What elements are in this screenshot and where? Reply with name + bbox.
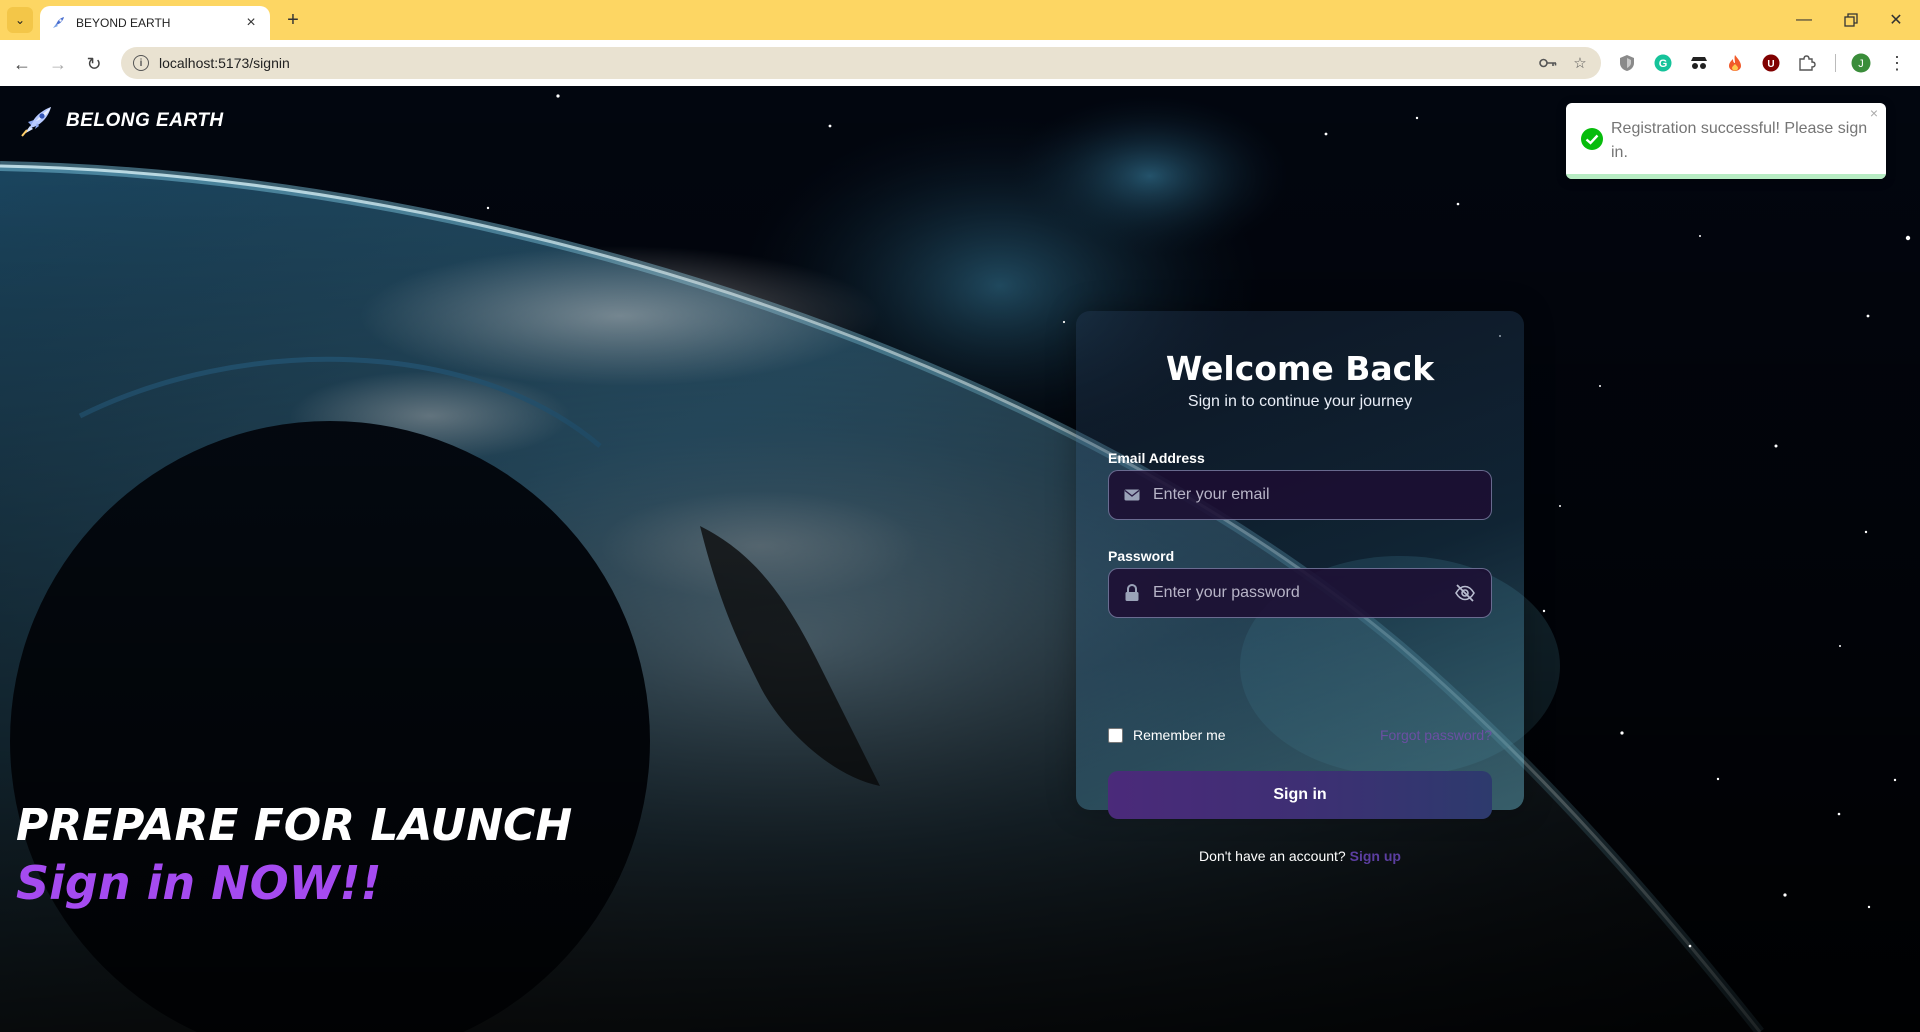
- toast-message: Registration successful! Please sign in.: [1611, 120, 1868, 161]
- reload-icon[interactable]: ↻: [81, 51, 107, 77]
- profile-avatar[interactable]: J: [1850, 52, 1872, 74]
- bookmark-star-icon[interactable]: ☆: [1569, 52, 1591, 74]
- forgot-password-link[interactable]: Forgot password?: [1380, 727, 1492, 743]
- email-field[interactable]: [1108, 470, 1492, 520]
- card-subtitle: Sign in to continue your journey: [1187, 393, 1413, 410]
- brand-name: BELONG EARTH: [66, 110, 224, 131]
- back-icon[interactable]: ←: [9, 51, 35, 77]
- close-icon[interactable]: ×: [1870, 105, 1878, 121]
- signup-prompt-text: Don't have an account?: [1199, 848, 1346, 864]
- browser-tab[interactable]: BEYOND EARTH ×: [40, 6, 270, 40]
- toast-progress-bar: [1566, 174, 1886, 179]
- rocket-favicon-icon: [53, 17, 64, 28]
- brand-logo[interactable]: BELONG EARTH: [18, 102, 224, 140]
- password-field[interactable]: [1108, 568, 1492, 618]
- minimize-icon[interactable]: —: [1789, 8, 1819, 32]
- profile-initial: J: [1858, 58, 1864, 70]
- signup-prompt: Don't have an account? Sign up: [1076, 848, 1524, 864]
- signin-card: Welcome Back Sign in to continue your jo…: [1076, 311, 1524, 864]
- browser-tabbar: ⌄ BEYOND EARTH × + — ✕: [0, 0, 1920, 40]
- email-input[interactable]: [1153, 486, 1477, 504]
- hero-headline: PREPARE FOR LAUNCH: [16, 800, 573, 851]
- rocket-icon: [21, 107, 51, 137]
- address-bar[interactable]: i localhost:5173/signin ☆: [121, 47, 1601, 79]
- fire-extension-icon[interactable]: [1724, 52, 1746, 74]
- remember-label: Remember me: [1133, 727, 1226, 743]
- signup-link[interactable]: Sign up: [1350, 848, 1401, 864]
- extensions-puzzle-icon[interactable]: [1796, 52, 1818, 74]
- hero-text: PREPARE FOR LAUNCH Sign in NOW!!: [16, 798, 572, 912]
- eye-off-icon[interactable]: [1453, 581, 1477, 605]
- remember-checkbox[interactable]: [1108, 727, 1123, 743]
- chevron-down-icon: ⌄: [14, 13, 26, 27]
- close-tab-icon[interactable]: ×: [242, 14, 260, 32]
- password-label: Password: [1108, 548, 1175, 564]
- shield-extension-icon[interactable]: [1616, 52, 1638, 74]
- lock-icon: [1123, 584, 1141, 602]
- spy-extension-icon[interactable]: [1688, 52, 1710, 74]
- browser-menu-icon[interactable]: ⋮: [1886, 52, 1908, 74]
- close-window-icon[interactable]: ✕: [1881, 8, 1911, 32]
- svg-text:U: U: [1767, 59, 1774, 70]
- signin-page: BELONG EARTH PREPARE FOR LAUNCH Sign in …: [0, 86, 1920, 1032]
- remember-me[interactable]: Remember me: [1108, 727, 1226, 743]
- check-circle-icon: [1581, 128, 1603, 150]
- password-key-icon[interactable]: [1537, 52, 1559, 74]
- card-title: Welcome Back: [1165, 349, 1435, 388]
- signin-button[interactable]: Sign in: [1108, 771, 1492, 819]
- password-input[interactable]: [1153, 584, 1453, 602]
- url-text[interactable]: localhost:5173/signin: [159, 55, 1537, 71]
- envelope-icon: [1123, 486, 1141, 504]
- toolbar-separator: [1835, 54, 1836, 72]
- grammarly-icon[interactable]: G: [1652, 52, 1674, 74]
- new-tab-button[interactable]: +: [281, 8, 305, 32]
- restore-icon[interactable]: [1836, 8, 1866, 32]
- email-label: Email Address: [1108, 450, 1205, 466]
- svg-text:G: G: [1659, 58, 1668, 70]
- tab-title: BEYOND EARTH: [76, 16, 171, 30]
- success-toast: Registration successful! Please sign in.…: [1566, 103, 1886, 179]
- forward-icon[interactable]: →: [45, 51, 71, 77]
- ublock-icon[interactable]: U: [1760, 52, 1782, 74]
- site-info-icon[interactable]: i: [133, 55, 149, 71]
- hero-call-to-action: Sign in NOW!!: [16, 856, 382, 910]
- tab-search-button[interactable]: ⌄: [7, 7, 33, 33]
